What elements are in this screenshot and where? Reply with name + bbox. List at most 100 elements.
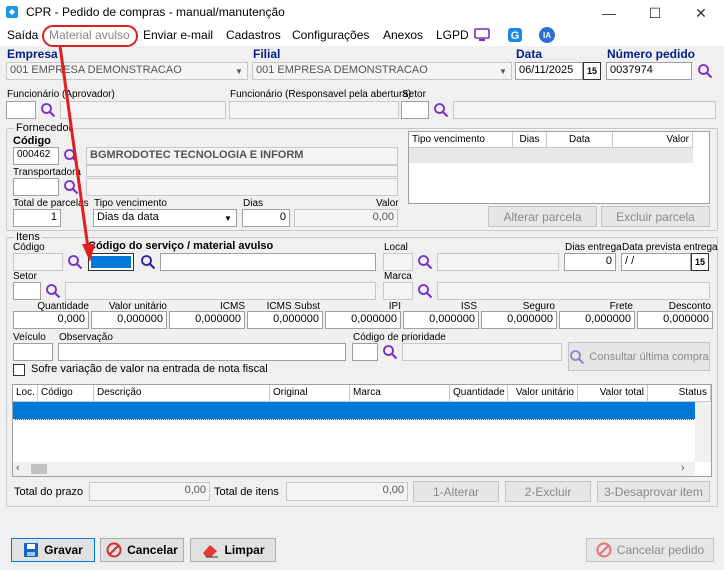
search-icon[interactable] [40,102,56,118]
search-icon[interactable] [697,63,713,79]
scroll-left-icon[interactable]: ‹ [16,462,20,474]
filial-combo[interactable]: 001 EMPRESA DEMONSTRACAO ▼ [252,62,512,80]
data-input[interactable]: 06/11/2025 [515,62,583,80]
grid-header-loc: Loc. [13,385,38,402]
ipi-input[interactable]: 0,000000 [325,311,401,329]
codigo-servico-input[interactable] [88,253,134,271]
search-icon[interactable] [63,179,79,195]
local-input [383,253,413,271]
marca-input [383,282,413,300]
floppy-disk-icon [24,543,39,557]
codigo-servico-descricao[interactable] [160,253,376,271]
monitor-icon[interactable] [474,28,490,42]
data-label: Data [516,47,543,61]
data-prevista-input[interactable]: / / [621,253,691,271]
grid-header-valor: Valor [613,132,693,148]
menu-configuracoes[interactable]: Configurações [292,28,369,42]
prioridade-label: Código de prioridade [353,332,446,343]
fornecedor-codigo-input[interactable]: 000462 [13,147,59,165]
func-aprovador-input[interactable] [6,101,36,119]
alterar-parcela-button[interactable]: Alterar parcela [488,206,597,227]
numero-pedido-input[interactable]: 0037974 [606,62,692,80]
dias-label: Dias [243,198,264,209]
cancel-icon [106,542,122,558]
item-setor-input[interactable] [13,282,41,300]
vertical-scrollbar[interactable] [695,402,711,462]
close-button[interactable]: ✕ [678,0,724,26]
g-logo-icon[interactable]: G [507,27,523,43]
ia-icon[interactable]: IA [539,27,555,43]
desconto-input[interactable]: 0,000000 [637,311,713,329]
grid-header-valor-total: Valor total [578,385,648,402]
search-icon[interactable] [382,344,398,360]
quantidade-input[interactable]: 0,000 [13,311,89,329]
func-responsavel-input [229,101,399,119]
search-icon[interactable] [45,283,61,299]
frete-input[interactable]: 0,000000 [559,311,635,329]
total-parcelas-input[interactable]: 1 [13,209,61,227]
icms-subst-input[interactable]: 0,000000 [247,311,323,329]
horizontal-scrollbar[interactable]: ‹ › [13,462,695,476]
gravar-button[interactable]: Gravar [11,538,95,562]
grid-header-codigo: Código [38,385,94,402]
chevron-down-icon: ▼ [499,66,507,76]
minimize-button[interactable]: — [586,0,632,26]
itens-grid[interactable]: Loc. Código Descrição Original Marca Qua… [12,384,712,477]
search-icon[interactable] [67,254,83,270]
parcelas-grid[interactable]: Tipo vencimento Dias Data Valor [408,131,710,204]
eraser-icon [203,545,219,558]
excluir-parcela-button[interactable]: Excluir parcela [601,206,710,227]
limpar-button[interactable]: Limpar [190,538,276,562]
menu-enviar-email[interactable]: Enviar e-mail [143,28,213,42]
menu-cadastros[interactable]: Cadastros [226,28,281,42]
setor-input[interactable] [401,101,429,119]
menu-lgpd[interactable]: LGPD [436,28,469,42]
scroll-thumb[interactable] [31,464,47,474]
valor-unitario-input[interactable]: 0,000000 [91,311,167,329]
alterar-item-button[interactable]: 1-Alterar [413,481,499,502]
calendar-icon[interactable]: 15 [691,253,709,271]
local-nome [437,253,559,271]
grid-header-valor-unitario: Valor unitário [508,385,578,402]
menu-saida[interactable]: Saída [7,28,38,42]
valor-input: 0,00 [294,209,398,227]
iss-input[interactable]: 0,000000 [403,311,479,329]
menu-anexos[interactable]: Anexos [383,28,423,42]
svg-text:G: G [511,30,520,42]
transportadora-label: Transportadora [13,167,81,178]
observacao-input[interactable] [58,343,346,361]
observacao-label: Observação [59,332,113,343]
search-icon[interactable] [417,254,433,270]
calendar-icon[interactable]: 15 [583,62,601,80]
desaprovar-item-button[interactable]: 3-Desaprovar item [597,481,710,502]
sofre-variacao-checkbox[interactable] [13,364,25,376]
scroll-right-icon[interactable]: › [681,462,685,474]
tipo-vencimento-combo[interactable]: Dias da data ▼ [93,209,237,227]
tipo-vencimento-label: Tipo vencimento [94,198,167,209]
seguro-input[interactable]: 0,000000 [481,311,557,329]
veiculo-input[interactable] [13,343,53,361]
empresa-combo[interactable]: 001 EMPRESA DEMONSTRACAO ▼ [6,62,248,80]
highlight-ring [42,25,138,47]
search-icon[interactable] [417,283,433,299]
grid-empty-row [409,148,693,163]
prioridade-input[interactable] [352,343,378,361]
icms-input[interactable]: 0,000000 [169,311,245,329]
maximize-button[interactable]: ☐ [632,0,678,26]
excluir-item-button[interactable]: 2-Excluir [505,481,591,502]
total-prazo-value: 0,00 [89,482,210,501]
fornecedor-codigo-label: Código [13,135,51,147]
consultar-ultima-compra-button[interactable]: Consultar última compra [568,342,710,371]
search-icon[interactable] [433,102,449,118]
item-codigo-label: Código [13,242,45,253]
dias-input[interactable]: 0 [242,209,290,227]
dias-entrega-input[interactable]: 0 [564,253,616,271]
transportadora-input[interactable] [13,178,59,196]
selected-row[interactable] [13,402,695,420]
codigo-servico-label: Código do serviço / material avulso [88,240,274,252]
fornecedor-nome-extra [86,165,398,177]
search-icon[interactable] [63,148,79,164]
search-icon[interactable] [140,254,156,270]
cancelar-button[interactable]: Cancelar [100,538,184,562]
cancelar-pedido-button[interactable]: Cancelar pedido [586,538,714,562]
